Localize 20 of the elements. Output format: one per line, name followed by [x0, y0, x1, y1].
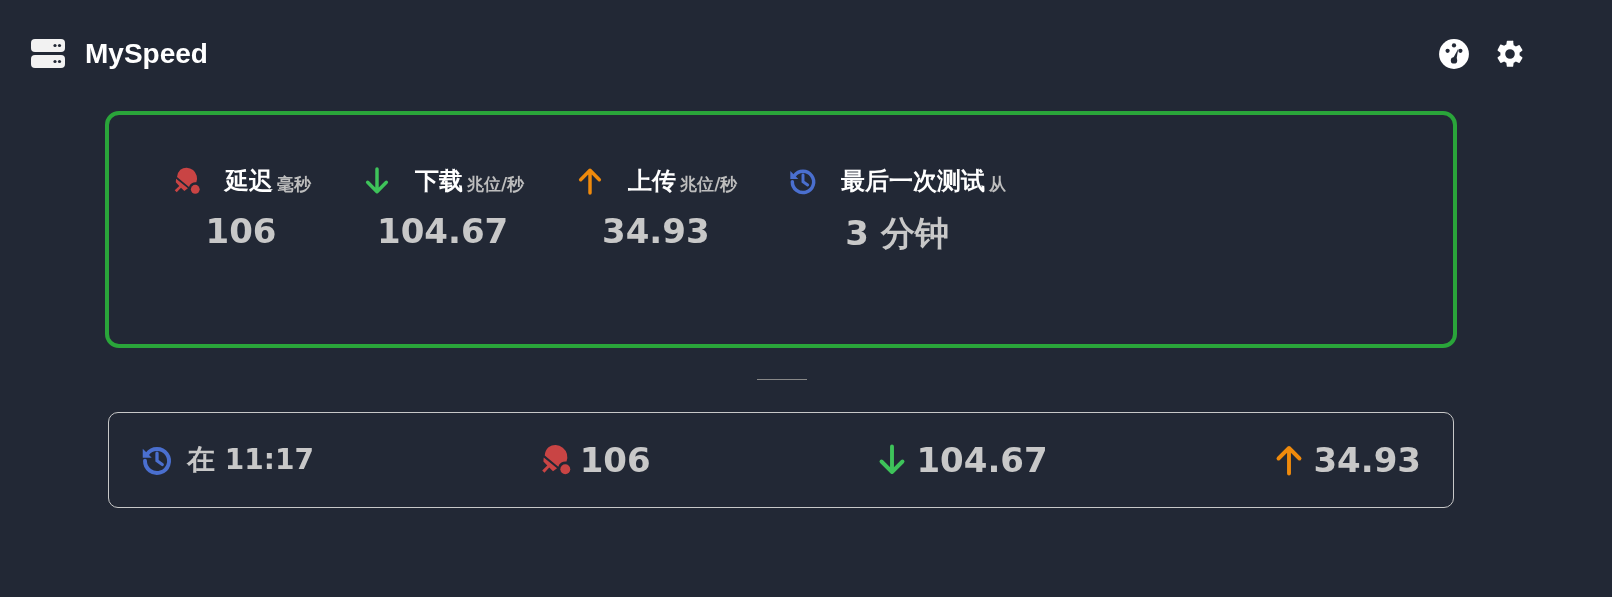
stat-label: 延迟 — [225, 166, 273, 197]
stat-label: 最后一次测试 — [841, 166, 986, 197]
app-title: MySpeed — [85, 38, 208, 70]
stat-unit: 从 — [989, 172, 1007, 196]
stat-value: 34.93 — [602, 211, 710, 251]
history-row[interactable]: 在 11:17 106 104.67 34.93 — [108, 412, 1454, 508]
history-value: 104.67 — [916, 440, 1048, 480]
stat-value: 104.67 — [377, 211, 509, 251]
history-value: 在 11:17 — [187, 442, 314, 478]
stat-unit: 毫秒 — [277, 172, 311, 196]
history-value: 106 — [579, 440, 651, 480]
history-value: 34.93 — [1313, 440, 1421, 480]
stat-unit: 兆位/秒 — [680, 172, 738, 196]
gauge-icon[interactable] — [1438, 38, 1470, 70]
stat-label: 下载 — [415, 166, 463, 197]
stat-unit: 兆位/秒 — [467, 172, 525, 196]
stat-label: 上传 — [628, 166, 677, 197]
stat-value: 3 分钟 — [845, 212, 949, 255]
server-icon — [31, 39, 65, 69]
stat-value: 106 — [205, 211, 277, 251]
